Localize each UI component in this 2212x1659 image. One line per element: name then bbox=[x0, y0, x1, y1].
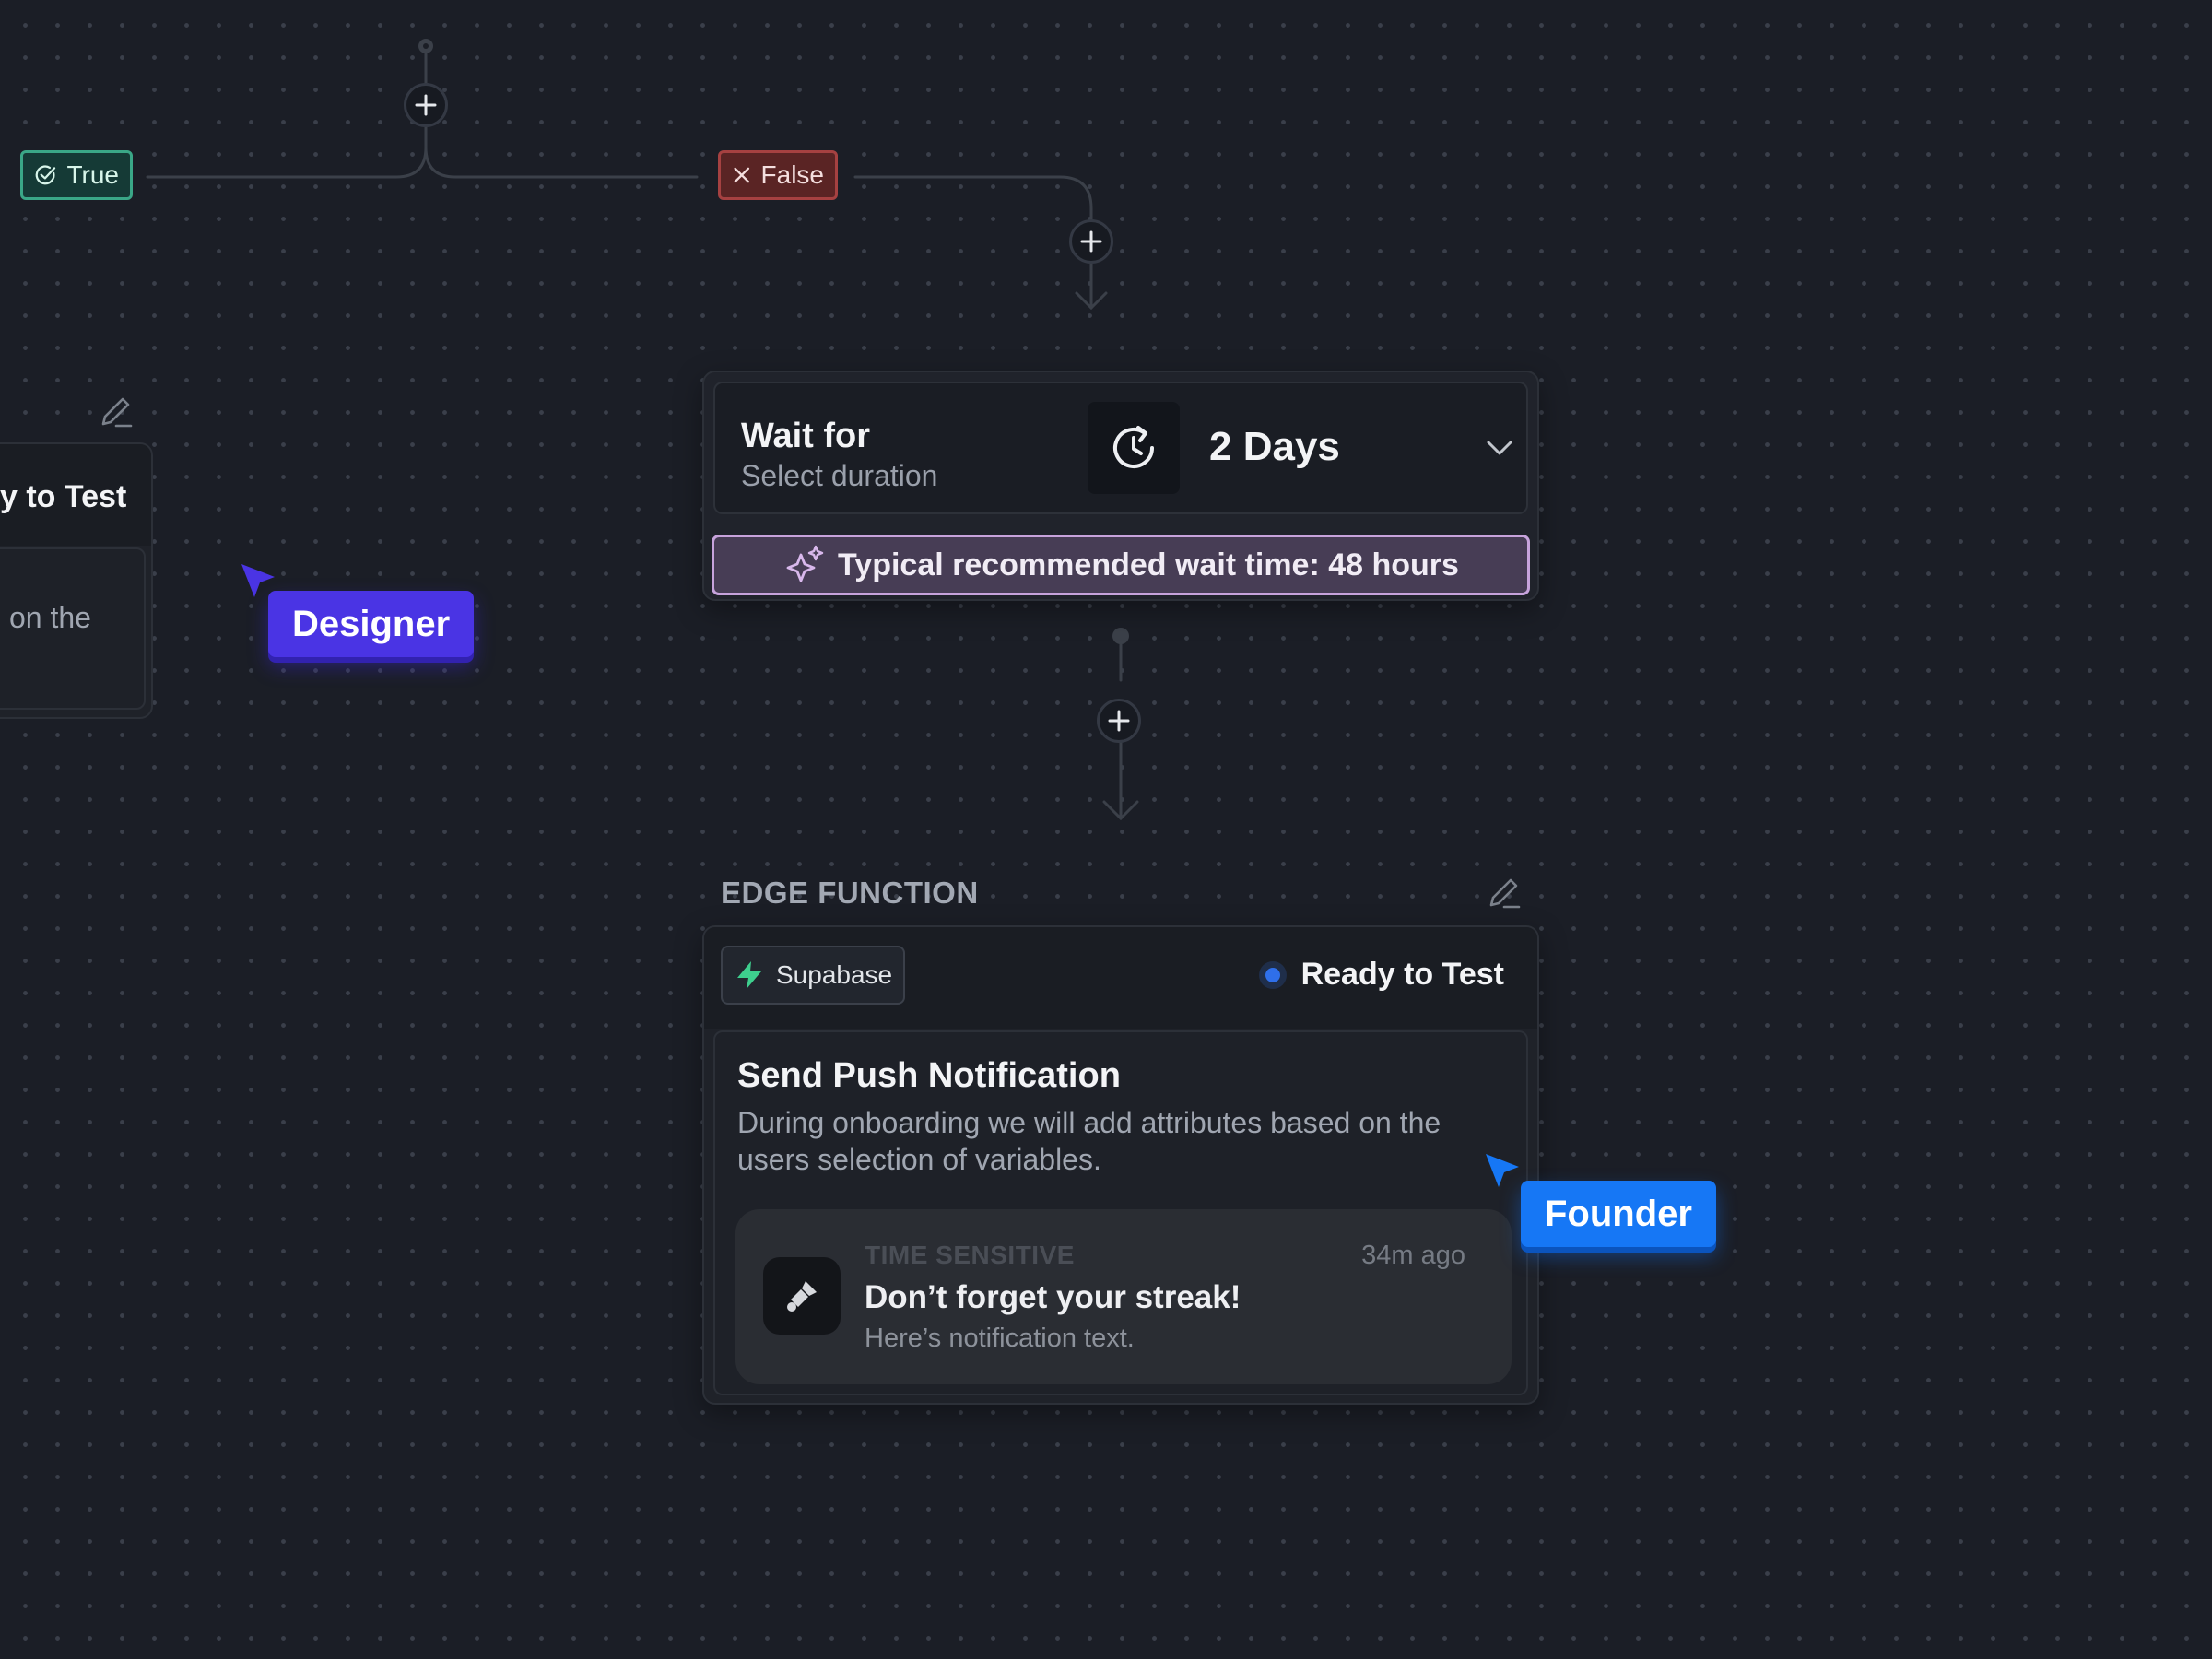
edge-function-section-label: EDGE FUNCTION bbox=[721, 876, 979, 910]
edge-function-title: Send Push Notification bbox=[737, 1056, 1121, 1095]
workflow-canvas[interactable]: True False y to Test on the Wait for Sel… bbox=[0, 0, 2212, 1659]
wait-subtitle: Select duration bbox=[741, 459, 938, 492]
wait-duration-row: Wait for Select duration 2 Days bbox=[713, 382, 1528, 514]
false-branch-tag[interactable]: False bbox=[718, 150, 838, 200]
left-edge-function-card[interactable]: y to Test on the bbox=[0, 442, 153, 719]
left-card-description: on the bbox=[9, 601, 91, 634]
add-step-button-false-branch[interactable] bbox=[1069, 219, 1113, 264]
close-icon bbox=[734, 167, 750, 183]
notification-preview: TIME SENSITIVE 34m ago Don’t forget your… bbox=[735, 1209, 1512, 1384]
notification-text: Here’s notification text. bbox=[865, 1324, 1135, 1353]
supabase-label: Supabase bbox=[776, 960, 893, 989]
wait-title: Wait for bbox=[741, 417, 871, 455]
clock-icon bbox=[1113, 426, 1154, 468]
status-dot bbox=[1258, 960, 1287, 989]
notification-title: Don’t forget your streak! bbox=[865, 1279, 1241, 1315]
add-step-button-top[interactable] bbox=[404, 83, 448, 127]
supabase-bolt-icon bbox=[737, 961, 761, 989]
check-circle-icon bbox=[35, 165, 56, 185]
clock-icon-box bbox=[1088, 402, 1180, 494]
chevron-down-icon[interactable] bbox=[1486, 439, 1513, 457]
edge-function-description: During onboarding we will add attributes… bbox=[737, 1106, 1441, 1176]
false-branch-label: False bbox=[760, 160, 824, 189]
app-icon bbox=[763, 1257, 841, 1335]
notification-category: TIME SENSITIVE bbox=[865, 1241, 1075, 1269]
true-branch-tag[interactable]: True bbox=[20, 150, 133, 200]
status-indicator: Ready to Test bbox=[1258, 957, 1504, 993]
designer-cursor-label: Designer bbox=[268, 591, 475, 657]
plus-icon bbox=[1108, 710, 1130, 732]
edge-function-header: Supabase Ready to Test bbox=[704, 927, 1537, 1029]
pencil-icon[interactable] bbox=[1484, 872, 1524, 912]
edge-function-node[interactable]: Supabase Ready to Test Send Push Notific… bbox=[702, 925, 1539, 1405]
true-branch-label: True bbox=[66, 160, 119, 189]
plus-icon bbox=[1080, 230, 1102, 253]
app-brush-icon bbox=[787, 1281, 817, 1312]
sparkle-icon bbox=[786, 545, 824, 582]
recommended-wait-text: Typical recommended wait time: 48 hours bbox=[838, 547, 1459, 582]
recommended-wait-banner: Typical recommended wait time: 48 hours bbox=[712, 535, 1530, 595]
notification-time: 34m ago bbox=[1361, 1241, 1465, 1270]
founder-cursor-label: Founder bbox=[1521, 1181, 1716, 1247]
add-step-button-after-wait[interactable] bbox=[1097, 699, 1141, 743]
wait-node[interactable]: Wait for Select duration 2 Days Typical … bbox=[702, 371, 1539, 601]
cursor-arrow-icon bbox=[1486, 1154, 1519, 1187]
left-card-header: y to Test bbox=[0, 444, 151, 546]
left-card-status: y to Test bbox=[0, 479, 127, 514]
plus-icon bbox=[415, 94, 437, 116]
duration-select-value[interactable]: 2 Days bbox=[1209, 424, 1340, 470]
supabase-chip[interactable]: Supabase bbox=[721, 946, 905, 1005]
edge-function-body: Send Push Notification During onboarding… bbox=[713, 1030, 1528, 1395]
left-card-body: on the bbox=[0, 547, 146, 710]
pencil-icon[interactable] bbox=[96, 391, 136, 431]
status-label: Ready to Test bbox=[1300, 957, 1504, 992]
